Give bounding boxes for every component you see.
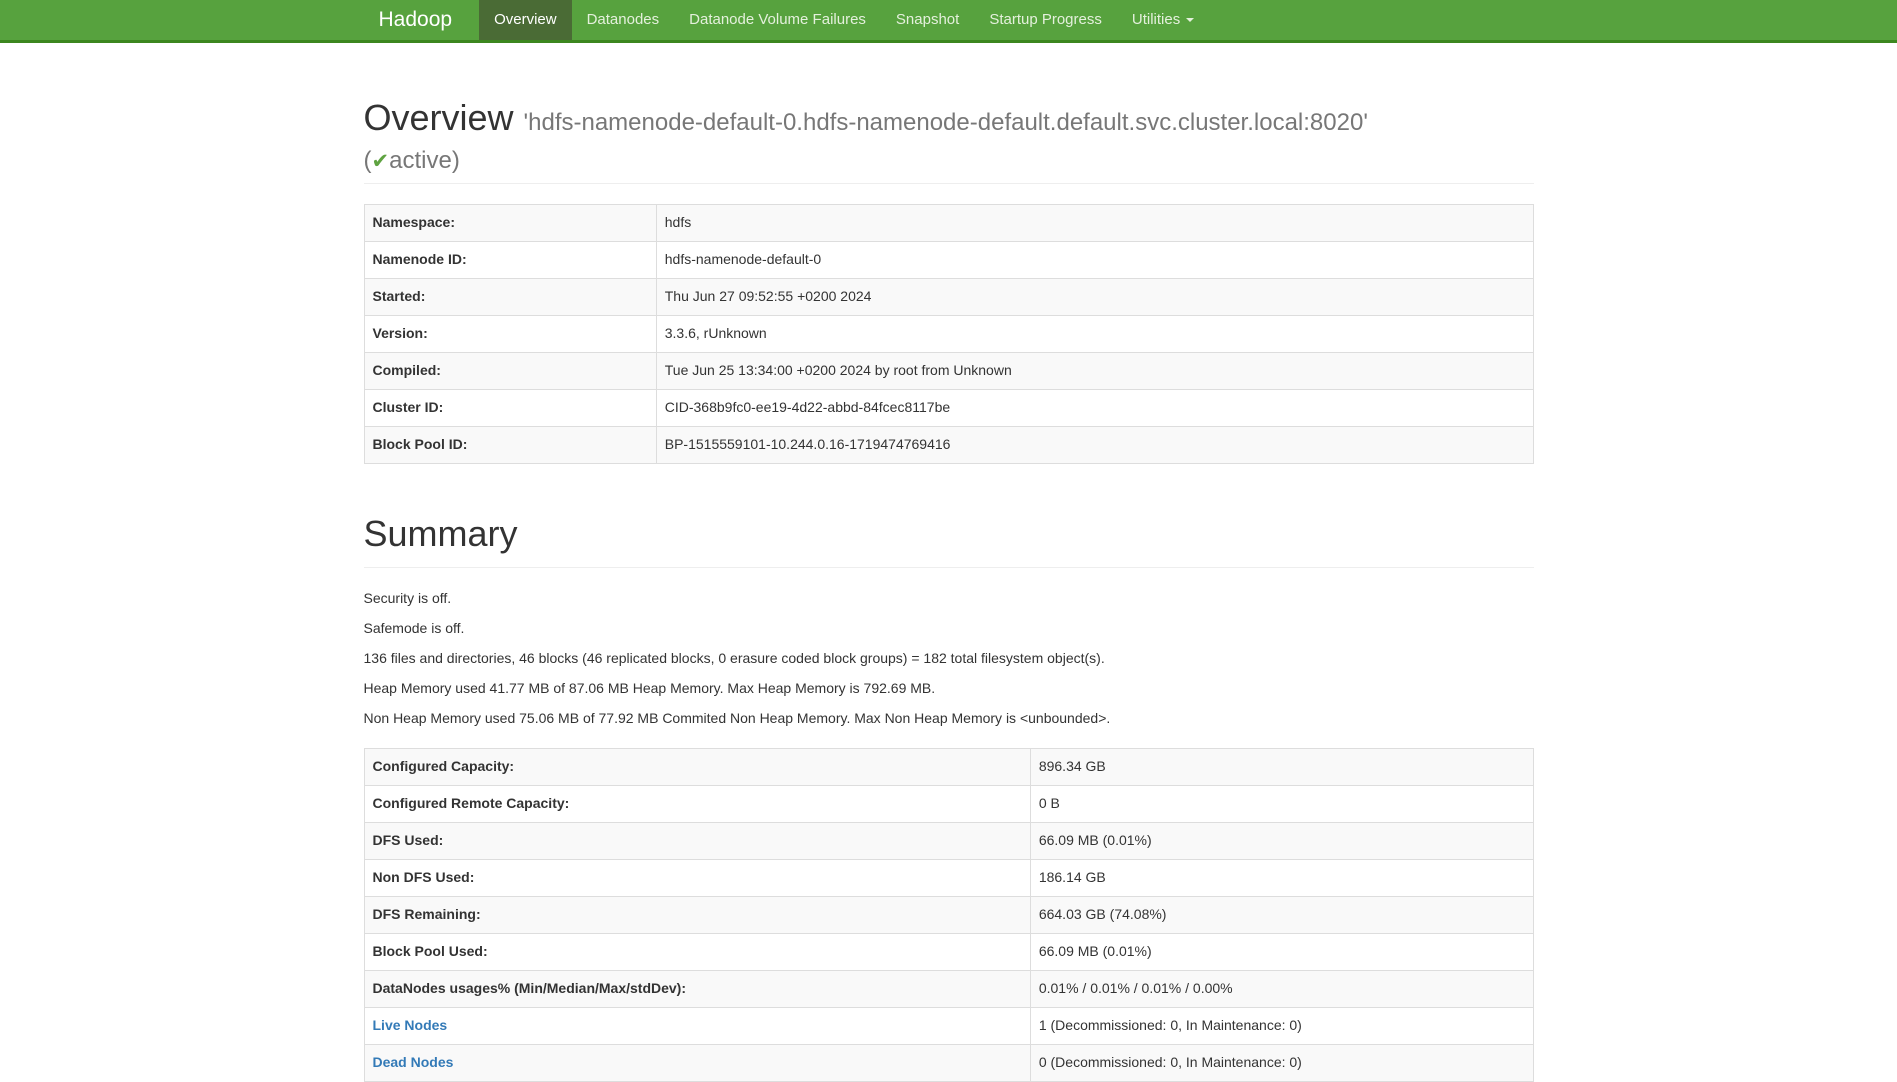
row-label: Started: — [364, 278, 656, 315]
hadoop-brand[interactable]: Hadoop — [364, 0, 468, 40]
row-label: Live Nodes — [364, 1008, 1030, 1045]
row-value: 66.09 MB (0.01%) — [1030, 934, 1533, 971]
row-value: 1 (Decommissioned: 0, In Maintenance: 0) — [1030, 1008, 1533, 1045]
table-row: Configured Capacity: 896.34 GB — [364, 749, 1533, 786]
row-value: 3.3.6, rUnknown — [656, 315, 1533, 352]
navbar-menu: Overview Datanodes Datanode Volume Failu… — [479, 0, 1209, 40]
row-label: Configured Capacity: — [364, 749, 1030, 786]
table-row: Version: 3.3.6, rUnknown — [364, 315, 1533, 352]
row-value: Tue Jun 25 13:34:00 +0200 2024 by root f… — [656, 352, 1533, 389]
summary-stats-table: Configured Capacity: 896.34 GB Configure… — [364, 748, 1534, 1082]
nav-link-utilities-dropdown[interactable]: Utilities — [1117, 0, 1209, 40]
active-check-icon: ✔ — [372, 150, 390, 173]
nav-link-startup-progress[interactable]: Startup Progress — [974, 0, 1117, 40]
row-value: CID-368b9fc0-ee19-4d22-abbd-84fcec8117be — [656, 389, 1533, 426]
table-row: DataNodes usages% (Min/Median/Max/stdDev… — [364, 971, 1533, 1008]
safemode-status-text: Safemode is off. — [364, 618, 1534, 638]
page-title: Overview 'hdfs-namenode-default-0.hdfs-n… — [364, 98, 1534, 174]
row-label: DFS Remaining: — [364, 897, 1030, 934]
table-row: Compiled: Tue Jun 25 13:34:00 +0200 2024… — [364, 352, 1533, 389]
status-text: active — [389, 147, 452, 174]
row-label: DataNodes usages% (Min/Median/Max/stdDev… — [364, 971, 1030, 1008]
row-value: hdfs-namenode-default-0 — [656, 241, 1533, 278]
overview-page-header: Overview 'hdfs-namenode-default-0.hdfs-n… — [364, 98, 1534, 184]
row-label: Non DFS Used: — [364, 860, 1030, 897]
utilities-label: Utilities — [1132, 11, 1180, 28]
nav-item-datanodes[interactable]: Datanodes — [572, 0, 675, 40]
row-value: 896.34 GB — [1030, 749, 1533, 786]
table-row: Cluster ID: CID-368b9fc0-ee19-4d22-abbd-… — [364, 389, 1533, 426]
row-value: 0 (Decommissioned: 0, In Maintenance: 0) — [1030, 1045, 1533, 1082]
nav-link-snapshot[interactable]: Snapshot — [881, 0, 974, 40]
status-open-paren: ( — [364, 147, 372, 174]
summary-section-header: Summary — [364, 514, 1534, 569]
row-value: BP-1515559101-10.244.0.16-1719474769416 — [656, 426, 1533, 463]
summary-heading: Summary — [364, 514, 1534, 554]
page-title-text: Overview — [364, 97, 514, 138]
security-status-text: Security is off. — [364, 588, 1534, 608]
overview-info-table: Namespace: hdfs Namenode ID: hdfs-nameno… — [364, 204, 1534, 464]
row-label: Version: — [364, 315, 656, 352]
row-value: Thu Jun 27 09:52:55 +0200 2024 — [656, 278, 1533, 315]
namenode-status: (✔active) — [364, 148, 1534, 174]
nav-item-overview[interactable]: Overview — [479, 0, 572, 40]
row-label: Dead Nodes — [364, 1045, 1030, 1082]
summary-text-block: Security is off. Safemode is off. 136 fi… — [364, 588, 1534, 728]
table-row: DFS Remaining: 664.03 GB (74.08%) — [364, 897, 1533, 934]
row-value: 0 B — [1030, 786, 1533, 823]
row-value: 0.01% / 0.01% / 0.01% / 0.00% — [1030, 971, 1533, 1008]
table-row: Configured Remote Capacity: 0 B — [364, 786, 1533, 823]
row-label: Configured Remote Capacity: — [364, 786, 1030, 823]
table-row: Block Pool ID: BP-1515559101-10.244.0.16… — [364, 426, 1533, 463]
non-heap-memory-text: Non Heap Memory used 75.06 MB of 77.92 M… — [364, 708, 1534, 728]
table-row: Dead Nodes 0 (Decommissioned: 0, In Main… — [364, 1045, 1533, 1082]
row-value: 66.09 MB (0.01%) — [1030, 823, 1533, 860]
nav-item-snapshot[interactable]: Snapshot — [881, 0, 974, 40]
top-navbar: Hadoop Overview Datanodes Datanode Volum… — [0, 0, 1897, 43]
status-close-paren: ) — [452, 147, 460, 174]
nav-item-datanode-volume-failures[interactable]: Datanode Volume Failures — [674, 0, 881, 40]
row-label: Namenode ID: — [364, 241, 656, 278]
table-row: Block Pool Used: 66.09 MB (0.01%) — [364, 934, 1533, 971]
nav-link-datanode-volume-failures[interactable]: Datanode Volume Failures — [674, 0, 881, 40]
nav-item-utilities[interactable]: Utilities — [1117, 0, 1209, 40]
row-label: Cluster ID: — [364, 389, 656, 426]
caret-down-icon — [1186, 18, 1194, 22]
table-row: Started: Thu Jun 27 09:52:55 +0200 2024 — [364, 278, 1533, 315]
row-value: 186.14 GB — [1030, 860, 1533, 897]
filesystem-objects-text: 136 files and directories, 46 blocks (46… — [364, 648, 1534, 668]
row-label: DFS Used: — [364, 823, 1030, 860]
row-label: Compiled: — [364, 352, 656, 389]
dead-nodes-link[interactable]: Dead Nodes — [373, 1054, 454, 1070]
heap-memory-text: Heap Memory used 41.77 MB of 87.06 MB He… — [364, 678, 1534, 698]
nav-item-startup-progress[interactable]: Startup Progress — [974, 0, 1117, 40]
row-value: 664.03 GB (74.08%) — [1030, 897, 1533, 934]
table-row: Namenode ID: hdfs-namenode-default-0 — [364, 241, 1533, 278]
row-value: hdfs — [656, 204, 1533, 241]
table-row: Live Nodes 1 (Decommissioned: 0, In Main… — [364, 1008, 1533, 1045]
nav-link-datanodes[interactable]: Datanodes — [572, 0, 675, 40]
namenode-host: 'hdfs-namenode-default-0.hdfs-namenode-d… — [524, 109, 1368, 136]
live-nodes-link[interactable]: Live Nodes — [373, 1017, 448, 1033]
row-label: Namespace: — [364, 204, 656, 241]
nav-link-overview[interactable]: Overview — [479, 0, 572, 40]
row-label: Block Pool Used: — [364, 934, 1030, 971]
table-row: DFS Used: 66.09 MB (0.01%) — [364, 823, 1533, 860]
table-row: Non DFS Used: 186.14 GB — [364, 860, 1533, 897]
row-label: Block Pool ID: — [364, 426, 656, 463]
table-row: Namespace: hdfs — [364, 204, 1533, 241]
